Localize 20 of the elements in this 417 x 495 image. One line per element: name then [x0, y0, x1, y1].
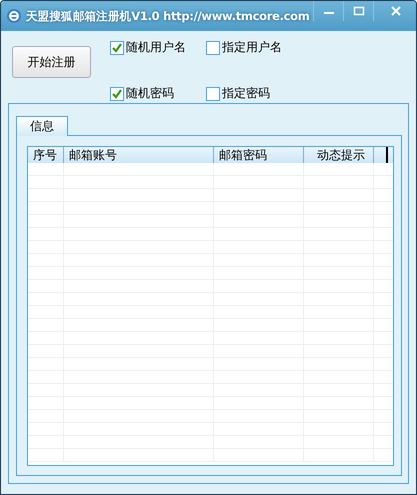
- globe-icon: [6, 8, 22, 24]
- column-header[interactable]: 动态提示: [304, 147, 374, 163]
- start-register-button[interactable]: 开始注册: [12, 46, 91, 78]
- checkbox-option[interactable]: 指定用户名: [206, 38, 316, 57]
- column-header[interactable]: 邮箱密码: [214, 147, 304, 163]
- tab[interactable]: 信息: [16, 116, 68, 136]
- checkbox[interactable]: [110, 86, 124, 100]
- checkbox[interactable]: [110, 40, 124, 54]
- column-header[interactable]: 邮箱账号: [64, 147, 214, 163]
- checkmark-icon: [111, 88, 123, 100]
- checkbox-option[interactable]: 指定密码: [206, 84, 316, 103]
- column-header[interactable]: 序号: [28, 147, 64, 163]
- checkbox[interactable]: [206, 40, 220, 54]
- window-title: 天盟搜狐邮箱注册机V1.0 http://www.tmcore.com: [26, 8, 310, 24]
- maximize-icon: [352, 6, 365, 16]
- checkbox-option[interactable]: 随机用户名: [110, 38, 206, 57]
- checkbox[interactable]: [206, 86, 220, 100]
- checkbox-option[interactable]: 随机密码: [110, 84, 206, 103]
- close-icon: [390, 6, 402, 16]
- checkmark-icon: [111, 42, 123, 54]
